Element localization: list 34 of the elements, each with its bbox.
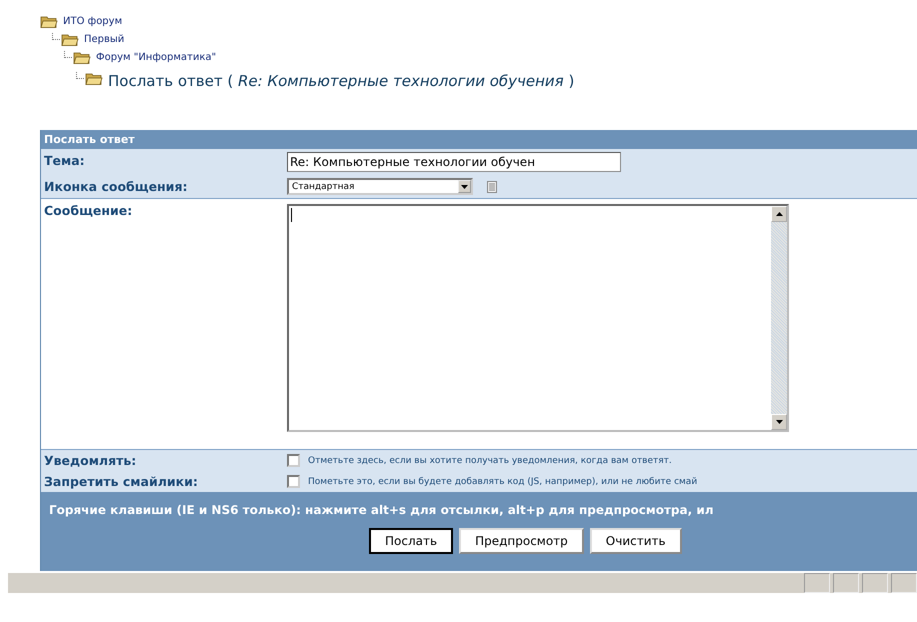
breadcrumb-link[interactable]: Форум "Информатика" [96, 52, 216, 62]
breadcrumb-link[interactable]: Первый [84, 34, 124, 44]
scroll-down-button[interactable] [771, 414, 787, 430]
folder-icon [85, 72, 103, 84]
folder-icon [40, 14, 58, 28]
checkbox[interactable] [287, 475, 300, 488]
form-header: Послать ответ [41, 130, 917, 149]
up-arrow-icon [776, 212, 782, 216]
scrollbar[interactable] [771, 206, 787, 430]
option-description: Отметьте здесь, если вы хотите получать уведомления, когда вам ответят. [308, 456, 672, 466]
hotkeys-text: Горячие клавиши (IE и NS6 только): нажмите alt+s для отсылки, alt+p для предпросмотра, ил [49, 503, 714, 517]
tree-connector [64, 50, 72, 58]
icon-dropdown[interactable]: Стандартная [287, 178, 473, 195]
form-button[interactable]: Послать [369, 528, 454, 554]
field-label: Тема: [43, 152, 86, 170]
field-label: Иконка сообщения: [43, 178, 188, 196]
document-icon [487, 180, 497, 192]
field-label: Запретить смайлики: [43, 473, 199, 491]
scroll-up-button[interactable] [771, 206, 787, 222]
checkbox[interactable] [287, 454, 300, 467]
form-button[interactable]: Очистить [590, 528, 682, 554]
option-description: Пометьте это, если вы будете добавлять код (JS, например), или не любите смай [308, 476, 698, 486]
page-title: Послать ответ ( Re: Компьютерные технологии обучения ) [108, 72, 574, 90]
form-button[interactable]: Предпросмотр [459, 528, 584, 554]
folder-icon [61, 32, 79, 46]
field-label: Сообщение: [43, 202, 134, 220]
breadcrumb-link[interactable]: ИТО форум [63, 16, 122, 26]
folder-icon [73, 50, 91, 64]
tree-connector [76, 72, 84, 78]
text-cursor [291, 208, 292, 222]
down-arrow-icon [776, 420, 782, 424]
field-label: Уведомлять: [43, 452, 138, 470]
subject-field[interactable]: Re: Компьютерные технологии обучен [287, 152, 621, 172]
tree-connector [52, 32, 60, 40]
